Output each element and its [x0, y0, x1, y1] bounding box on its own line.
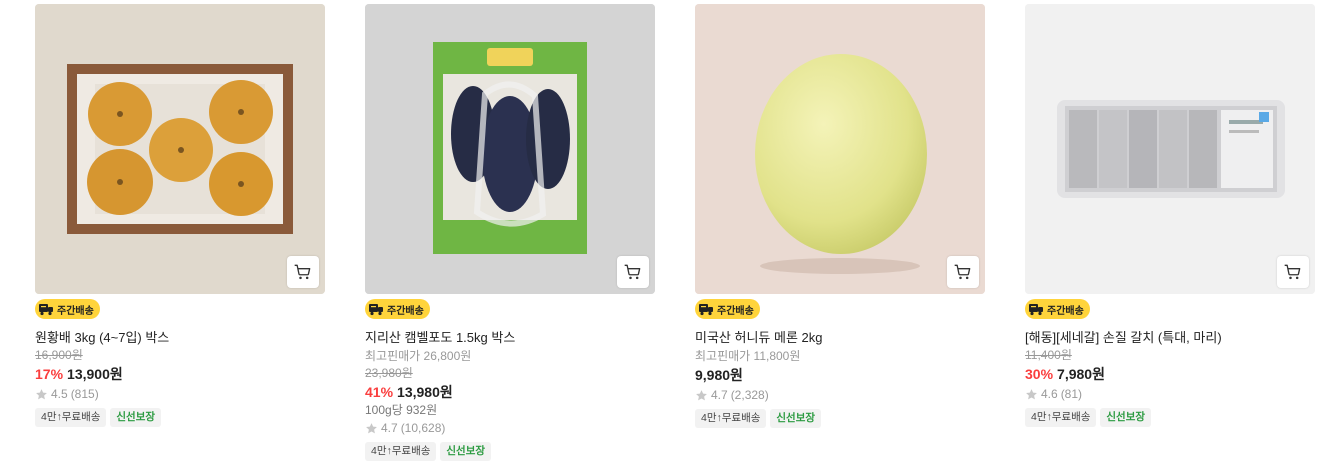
rating: 4.5 (815): [35, 387, 325, 402]
add-to-cart-button[interactable]: [287, 256, 319, 288]
delivery-truck-icon: [1029, 304, 1043, 316]
review-count: (81): [1060, 387, 1083, 401]
cart-icon: [624, 264, 641, 280]
original-price: 23,980원: [365, 366, 413, 380]
rating: 4.7 (2,328): [695, 388, 985, 403]
product-image-honeydew-melon[interactable]: [695, 4, 985, 294]
original-price: 16,900원: [35, 348, 83, 362]
delivery-truck-icon: [39, 304, 53, 316]
rating: 4.7 (10,628): [365, 421, 655, 436]
tag-list: 4만↑무료배송 신선보장: [365, 442, 655, 461]
sale-price: 13,980원: [397, 384, 453, 400]
tag-list: 4만↑무료배송 신선보장: [35, 408, 325, 427]
weekly-delivery-badge: 주간배송: [1025, 299, 1090, 319]
discount-rate: 17%: [35, 366, 64, 382]
product-title[interactable]: 원황배 3kg (4~7입) 박스: [35, 329, 325, 346]
free-shipping-tag: 4만↑무료배송: [1025, 408, 1097, 427]
badge-label: 주간배송: [57, 305, 94, 317]
original-price: 11,400원: [1025, 348, 1072, 362]
product-card[interactable]: 주간배송 지리산 캠벨포도 1.5kg 박스 최고핀매가 26,800원 23,…: [365, 4, 655, 461]
review-count: (815): [70, 387, 99, 401]
price-row: 17% 13,900원: [35, 365, 325, 384]
star-icon: [366, 423, 377, 434]
rating-score: 4.5: [51, 387, 68, 401]
badge-label: 주간배송: [717, 305, 754, 317]
melon-illustration: [695, 4, 985, 294]
fish-package-illustration: [1025, 4, 1315, 294]
price-row: 41% 13,980원: [365, 383, 655, 402]
product-title[interactable]: 미국산 허니듀 메론 2kg: [695, 329, 985, 346]
add-to-cart-button[interactable]: [947, 256, 979, 288]
rating-score: 4.6: [1041, 387, 1058, 401]
product-image-hairtail-fish[interactable]: [1025, 4, 1315, 294]
freshness-guarantee-tag: 신선보장: [110, 408, 162, 427]
product-card[interactable]: 주간배송 미국산 허니듀 메론 2kg 최고핀매가 11,800원 9,980원…: [695, 4, 985, 428]
grape-box-illustration: [365, 4, 655, 294]
rating-score: 4.7: [711, 388, 728, 402]
star-icon: [1026, 389, 1037, 400]
product-image-pear-box[interactable]: [35, 4, 325, 294]
badge-label: 주간배송: [387, 305, 424, 317]
review-count: (2,328): [730, 388, 769, 402]
rating-score: 4.7: [381, 421, 398, 435]
rating: 4.6 (81): [1025, 387, 1315, 402]
price-row: 9,980원: [695, 366, 985, 385]
sale-price: 9,980원: [695, 367, 743, 383]
free-shipping-tag: 4만↑무료배송: [365, 442, 437, 461]
discount-rate: 41%: [365, 384, 394, 400]
free-shipping-tag: 4만↑무료배송: [35, 408, 107, 427]
freshness-guarantee-tag: 신선보장: [440, 442, 492, 461]
lowest-price-info: 최고핀매가 11,800원: [695, 349, 801, 363]
pear-box-illustration: [35, 4, 325, 294]
star-icon: [696, 390, 707, 401]
cart-icon: [294, 264, 311, 280]
unit-price: 100g당 932원: [365, 403, 438, 417]
cart-icon: [1284, 264, 1301, 280]
product-image-grape-box[interactable]: [365, 4, 655, 294]
add-to-cart-button[interactable]: [617, 256, 649, 288]
product-card[interactable]: 주간배송 원황배 3kg (4~7입) 박스 16,900원 17% 13,900…: [35, 4, 325, 427]
weekly-delivery-badge: 주간배송: [695, 299, 760, 319]
price-row: 30% 7,980원: [1025, 365, 1315, 384]
badge-label: 주간배송: [1047, 305, 1084, 317]
delivery-truck-icon: [369, 304, 383, 316]
weekly-delivery-badge: 주간배송: [365, 299, 430, 319]
product-card[interactable]: 주간배송 [해동][세네갈] 손질 갈치 (특대, 마리) 11,400원 30…: [1025, 4, 1315, 427]
free-shipping-tag: 4만↑무료배송: [695, 409, 767, 428]
product-title[interactable]: [해동][세네갈] 손질 갈치 (특대, 마리): [1025, 329, 1315, 346]
tag-list: 4만↑무료배송 신선보장: [1025, 408, 1315, 427]
freshness-guarantee-tag: 신선보장: [1100, 408, 1152, 427]
discount-rate: 30%: [1025, 366, 1054, 382]
add-to-cart-button[interactable]: [1277, 256, 1309, 288]
delivery-truck-icon: [699, 304, 713, 316]
review-count: (10,628): [400, 421, 446, 435]
sale-price: 7,980원: [1057, 366, 1105, 382]
sale-price: 13,900원: [67, 366, 123, 382]
product-title[interactable]: 지리산 캠벨포도 1.5kg 박스: [365, 329, 655, 346]
tag-list: 4만↑무료배송 신선보장: [695, 409, 985, 428]
cart-icon: [954, 264, 971, 280]
product-grid: 주간배송 원황배 3kg (4~7입) 박스 16,900원 17% 13,900…: [0, 0, 1323, 474]
lowest-price-info: 최고핀매가 26,800원: [365, 349, 472, 363]
star-icon: [36, 389, 47, 400]
weekly-delivery-badge: 주간배송: [35, 299, 100, 319]
freshness-guarantee-tag: 신선보장: [770, 409, 822, 428]
